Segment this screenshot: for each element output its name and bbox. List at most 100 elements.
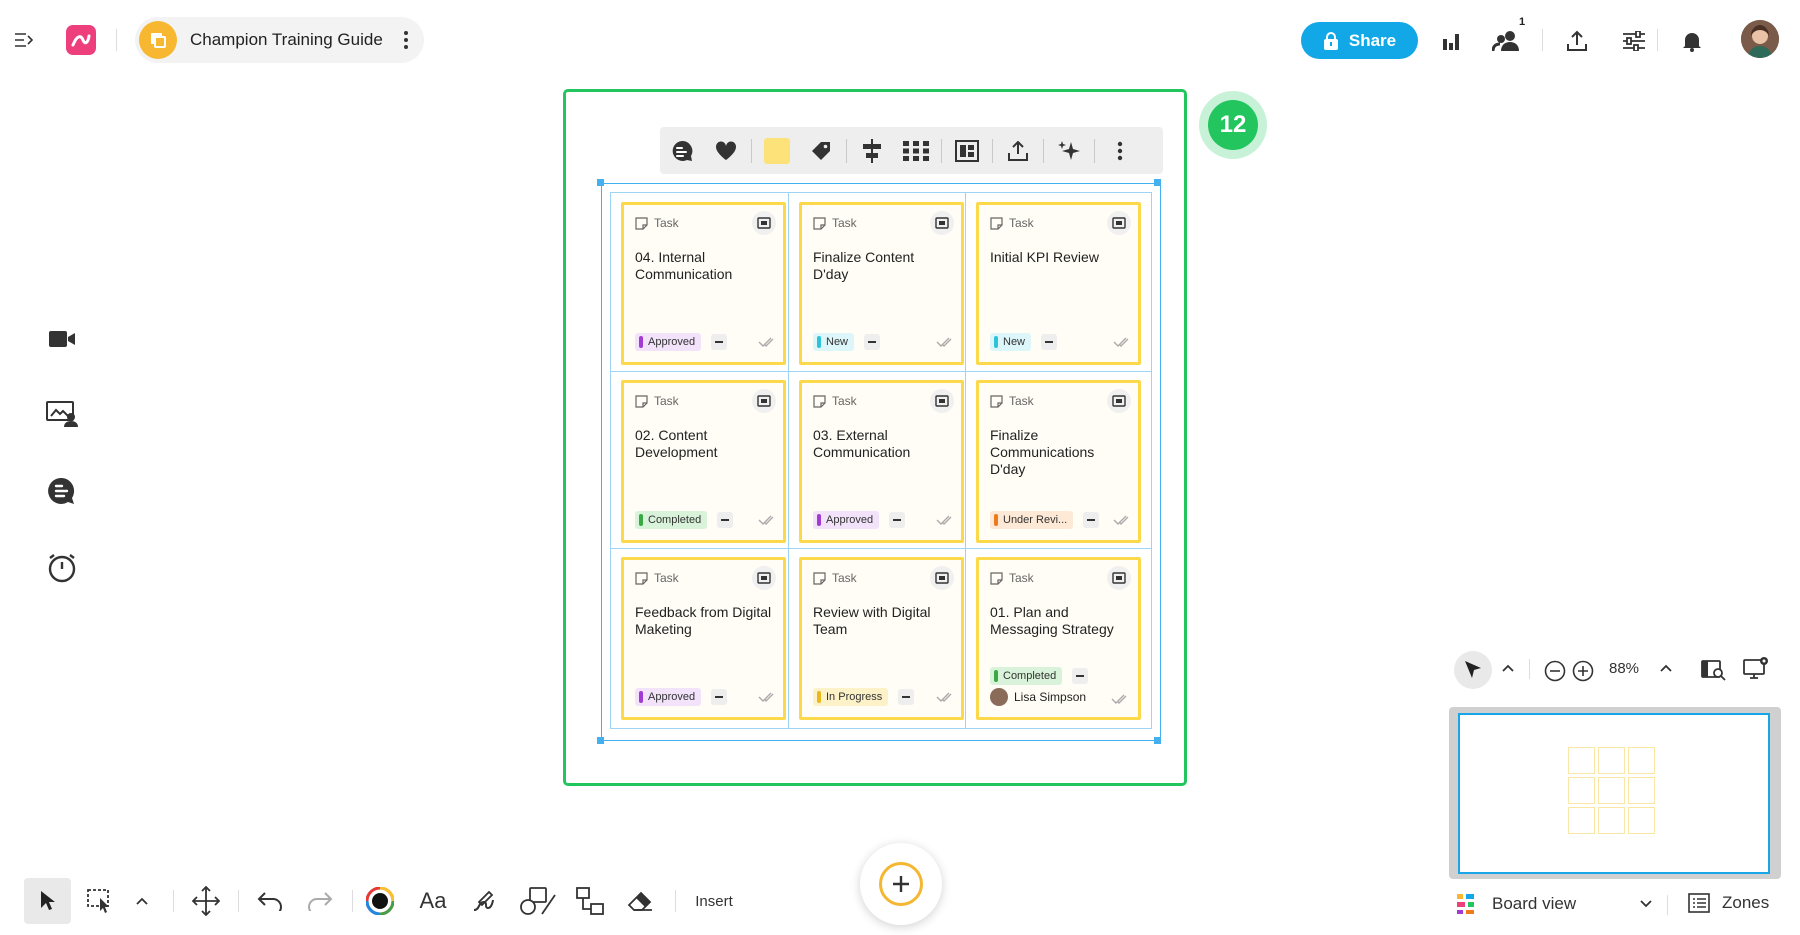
task-card[interactable]: Task Initial KPI Review New [976,202,1141,365]
status-badge[interactable]: Completed [990,667,1063,685]
board-view-selector[interactable]: Board view [1456,893,1652,915]
card-title[interactable]: Review with Digital Team [813,604,953,638]
task-card[interactable]: Task 01. Plan and Messaging Strategy Compl… [976,557,1141,720]
comments-button[interactable] [42,471,82,511]
card-title[interactable]: Initial KPI Review [990,249,1130,266]
app-logo[interactable] [66,25,96,55]
presentation-button[interactable] [42,394,82,434]
connector-tool[interactable] [570,878,610,924]
open-card-button[interactable] [752,389,776,413]
insert-button[interactable]: Insert [688,878,740,924]
open-card-button[interactable] [930,566,954,590]
frame-badge[interactable]: 12 [1199,91,1267,159]
resize-handle[interactable] [597,179,604,186]
open-card-button[interactable] [930,389,954,413]
comment-button[interactable] [660,127,704,174]
zones-button[interactable]: Zones [1688,893,1769,913]
select-tool[interactable] [24,878,71,924]
status-badge[interactable]: Completed [635,511,708,529]
undo-button[interactable] [250,878,290,924]
status-badge[interactable]: In Progress [813,688,889,706]
complete-button[interactable] [1113,337,1129,347]
activity-button[interactable] [1431,22,1471,60]
task-card[interactable]: Task Review with Digital Team In Progress [799,557,964,720]
text-tool[interactable]: Aa [410,878,456,924]
color-tool[interactable] [360,878,400,924]
task-card[interactable]: Task Feedback from Digital Maketing Approv… [621,557,786,720]
complete-button[interactable] [1113,515,1129,525]
find-in-board-button[interactable] [1701,658,1727,682]
export-button[interactable] [1557,22,1597,60]
grid-layout-button[interactable] [894,127,938,174]
notifications-button[interactable] [1672,22,1712,60]
open-card-button[interactable] [1107,389,1131,413]
task-card[interactable]: Task Finalize Communications D'day Under R… [976,380,1141,543]
open-card-button[interactable] [930,211,954,235]
screen-settings-button[interactable] [1743,656,1769,680]
open-card-button[interactable] [752,566,776,590]
complete-button[interactable] [936,692,952,702]
select-options-toggle[interactable] [130,878,154,924]
shapes-tool[interactable] [514,878,562,924]
card-assignee[interactable]: Lisa Simpson [990,688,1086,706]
pan-tool[interactable] [186,878,226,924]
open-card-button[interactable] [1107,211,1131,235]
card-title[interactable]: Finalize Content D'day [813,249,953,283]
collapse-status-button[interactable] [1072,668,1089,684]
complete-button[interactable] [936,337,952,347]
complete-button[interactable] [758,337,774,347]
complete-button[interactable] [1111,694,1127,704]
user-avatar[interactable] [1741,20,1779,58]
status-badge[interactable]: New [813,333,855,351]
share-button[interactable]: Share [1301,22,1418,59]
cursor-mode-button[interactable] [1454,651,1492,689]
collapse-status-button[interactable] [864,334,881,350]
resize-handle[interactable] [1154,179,1161,186]
board-more-icon[interactable] [402,31,410,49]
timer-button[interactable] [42,548,82,588]
board-title-pill[interactable]: Champion Training Guide [135,17,424,63]
status-badge[interactable]: Approved [635,333,702,351]
card-title[interactable]: 01. Plan and Messaging Strategy [990,604,1130,638]
add-button[interactable] [860,843,942,925]
align-button[interactable] [850,127,894,174]
task-card[interactable]: Task 02. Content Development Completed [621,380,786,543]
collaborators-button[interactable]: 1 [1487,16,1527,60]
status-badge[interactable]: Under Revi... [990,511,1074,529]
collapse-status-button[interactable] [711,689,728,705]
react-button[interactable] [704,127,748,174]
collapse-status-button[interactable] [1041,334,1058,350]
task-card[interactable]: Task Finalize Content D'day New [799,202,964,365]
status-badge[interactable]: Approved [813,511,880,529]
lasso-select-tool[interactable] [80,878,120,924]
open-card-button[interactable] [1107,566,1131,590]
collapse-status-button[interactable] [1083,512,1100,528]
complete-button[interactable] [936,515,952,525]
card-title[interactable]: Finalize Communications D'day [990,427,1130,478]
complete-button[interactable] [758,692,774,702]
redo-button[interactable] [300,878,340,924]
zoom-out-button[interactable] [1544,660,1566,682]
resize-handle[interactable] [1154,737,1161,744]
resize-handle[interactable] [597,737,604,744]
sidebar-toggle-button[interactable] [8,22,40,58]
color-picker-button[interactable] [755,127,799,174]
collapse-status-button[interactable] [889,512,906,528]
cursor-options-toggle[interactable] [1502,664,1514,672]
card-title[interactable]: 02. Content Development [635,427,775,461]
task-card[interactable]: Task 03. External Communication Approved [799,380,964,543]
collapse-status-button[interactable] [898,689,915,705]
card-title[interactable]: 04. Internal Communication [635,249,775,283]
complete-button[interactable] [758,515,774,525]
ai-assist-button[interactable] [1047,127,1091,174]
export-selection-button[interactable] [996,127,1040,174]
pen-tool[interactable] [464,878,504,924]
card-title[interactable]: 03. External Communication [813,427,953,461]
open-card-button[interactable] [752,211,776,235]
frame-button[interactable] [945,127,989,174]
more-options-button[interactable] [1098,127,1142,174]
settings-button[interactable] [1614,22,1654,60]
status-badge[interactable]: New [990,333,1032,351]
card-title[interactable]: Feedback from Digital Maketing [635,604,775,638]
video-call-button[interactable] [42,319,82,359]
